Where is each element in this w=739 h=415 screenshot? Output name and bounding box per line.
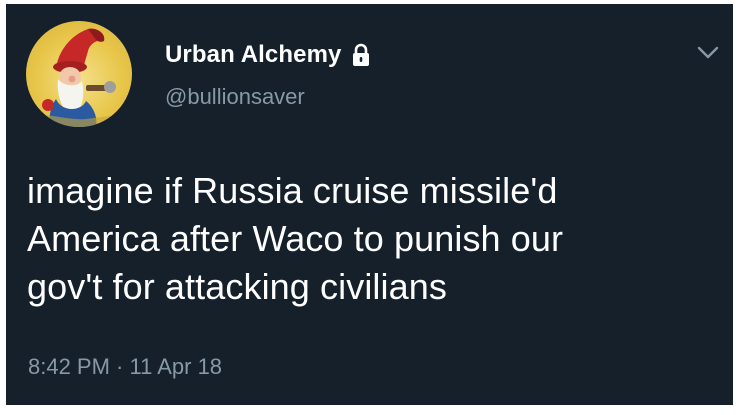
timestamp[interactable]: 8:42 PM · 11 Apr 18	[28, 354, 222, 380]
tweet-line: gov't for attacking civilians	[27, 266, 447, 307]
avatar[interactable]	[26, 21, 132, 127]
lock-icon	[351, 43, 371, 67]
tweet-line: America after Waco to punish our	[27, 218, 564, 259]
tweet-line: imagine if Russia cruise missile'd	[27, 170, 558, 211]
tweet-text: imagine if Russia cruise missile'd Ameri…	[27, 167, 727, 311]
user-handle[interactable]: @bullionsaver	[165, 84, 305, 110]
tweet-card: Urban Alchemy @bullionsaver imagine if R…	[6, 4, 733, 405]
display-name[interactable]: Urban Alchemy	[165, 41, 341, 69]
chevron-down-icon[interactable]	[697, 46, 719, 60]
gnome-avatar-icon	[26, 28, 132, 127]
